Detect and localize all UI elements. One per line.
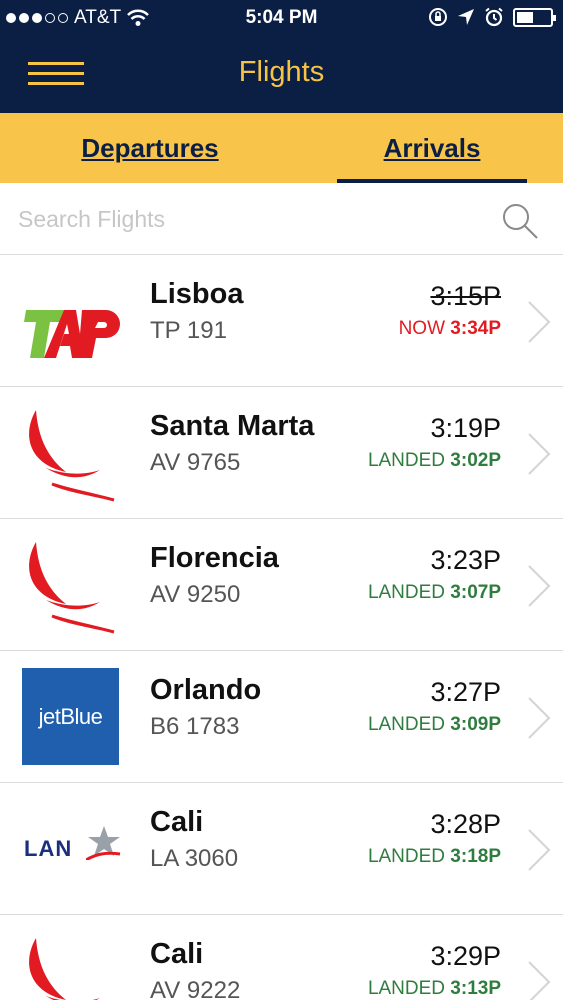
- status-time: 3:09P: [450, 714, 501, 735]
- status-word: LANDED: [367, 582, 446, 603]
- status-time: 3:07P: [450, 582, 501, 603]
- flight-number: LA 3060: [150, 845, 239, 872]
- alarm-icon: [485, 7, 503, 27]
- chevron-right-icon[interactable]: [527, 564, 551, 608]
- search-bar: [0, 183, 563, 255]
- location-icon: [458, 9, 474, 25]
- flight-status: NOW 3:34P: [399, 318, 501, 340]
- status-bar: AT&T 5:04 PM: [0, 0, 563, 36]
- chevron-right-icon[interactable]: [527, 960, 551, 1000]
- avianca-logo: [22, 932, 126, 1000]
- lan-logo: LAN: [22, 800, 126, 898]
- status-time: 3:02P: [450, 450, 501, 471]
- avianca-logo: [22, 536, 126, 634]
- chevron-right-icon[interactable]: [527, 300, 551, 344]
- flight-number: AV 9765: [150, 449, 241, 476]
- scheduled-time: 3:23P: [430, 545, 501, 575]
- scheduled-time: 3:19P: [430, 413, 501, 443]
- scheduled-time: 3:28P: [430, 809, 501, 839]
- destination-city: Cali: [150, 938, 204, 970]
- scheduled-time: 3:27P: [430, 677, 501, 707]
- battery-icon: [513, 7, 556, 27]
- destination-city: Orlando: [150, 674, 262, 706]
- flight-row[interactable]: Cali AV 9222 3:29P LANDED 3:13P: [0, 915, 563, 1000]
- flight-row[interactable]: Santa Marta AV 9765 3:19P LANDED 3:02P: [0, 387, 563, 519]
- destination-city: Lisboa: [150, 278, 244, 310]
- flight-number: B6 1783: [150, 713, 240, 740]
- status-word: LANDED: [367, 846, 446, 867]
- status-right: [428, 7, 556, 27]
- chevron-right-icon[interactable]: [527, 696, 551, 740]
- status-word: LANDED: [367, 978, 446, 999]
- page-title: Flights: [238, 56, 325, 88]
- flight-row[interactable]: LAN Cali LA 3060 3:28P LANDED 3:18P: [0, 783, 563, 915]
- status-word: LANDED: [367, 450, 446, 471]
- flight-status: LANDED 3:02P: [368, 450, 501, 472]
- search-input[interactable]: [18, 201, 478, 237]
- tap-logo: [22, 272, 126, 370]
- flight-status: LANDED 3:07P: [368, 582, 501, 604]
- status-time: 3:13P: [450, 978, 501, 999]
- status-word: LANDED: [367, 714, 446, 735]
- chevron-right-icon[interactable]: [527, 432, 551, 476]
- search-icon[interactable]: [500, 201, 540, 241]
- destination-city: Florencia: [150, 542, 279, 574]
- scheduled-time: 3:29P: [430, 941, 501, 971]
- flight-number: AV 9222: [150, 977, 241, 1000]
- flight-list: Lisboa TP 191 3:15P NOW 3:34P Santa Marta AV …: [0, 255, 563, 1000]
- tab-departures[interactable]: Departures: [0, 113, 300, 183]
- flight-row[interactable]: Florencia AV 9250 3:23P LANDED 3:07P: [0, 519, 563, 651]
- flight-status: LANDED 3:09P: [368, 714, 501, 736]
- destination-city: Santa Marta: [150, 410, 315, 442]
- scheduled-time: 3:15P: [430, 281, 501, 311]
- chevron-right-icon[interactable]: [527, 828, 551, 872]
- flight-row[interactable]: jetBlue Orlando B6 1783 3:27P LANDED 3:09P: [0, 651, 563, 783]
- status-word: NOW: [398, 318, 446, 339]
- flight-number: TP 191: [150, 317, 227, 344]
- flight-status: LANDED 3:13P: [368, 978, 501, 1000]
- flight-status: LANDED 3:18P: [368, 846, 501, 868]
- navigation-bar: Flights: [0, 36, 563, 113]
- avianca-logo: [22, 404, 126, 502]
- tab-bar: Departures Arrivals: [0, 113, 563, 183]
- status-time: 3:18P: [450, 846, 501, 867]
- flight-row[interactable]: Lisboa TP 191 3:15P NOW 3:34P: [0, 255, 563, 387]
- flight-number: AV 9250: [150, 581, 241, 608]
- status-time: 3:34P: [450, 318, 501, 339]
- destination-city: Cali: [150, 806, 204, 838]
- rotation-lock-icon: [429, 8, 447, 26]
- tab-arrivals[interactable]: Arrivals: [337, 113, 527, 183]
- jetblue-logo: jetBlue: [22, 668, 126, 766]
- top-bar: AT&T 5:04 PM Flights: [0, 0, 563, 113]
